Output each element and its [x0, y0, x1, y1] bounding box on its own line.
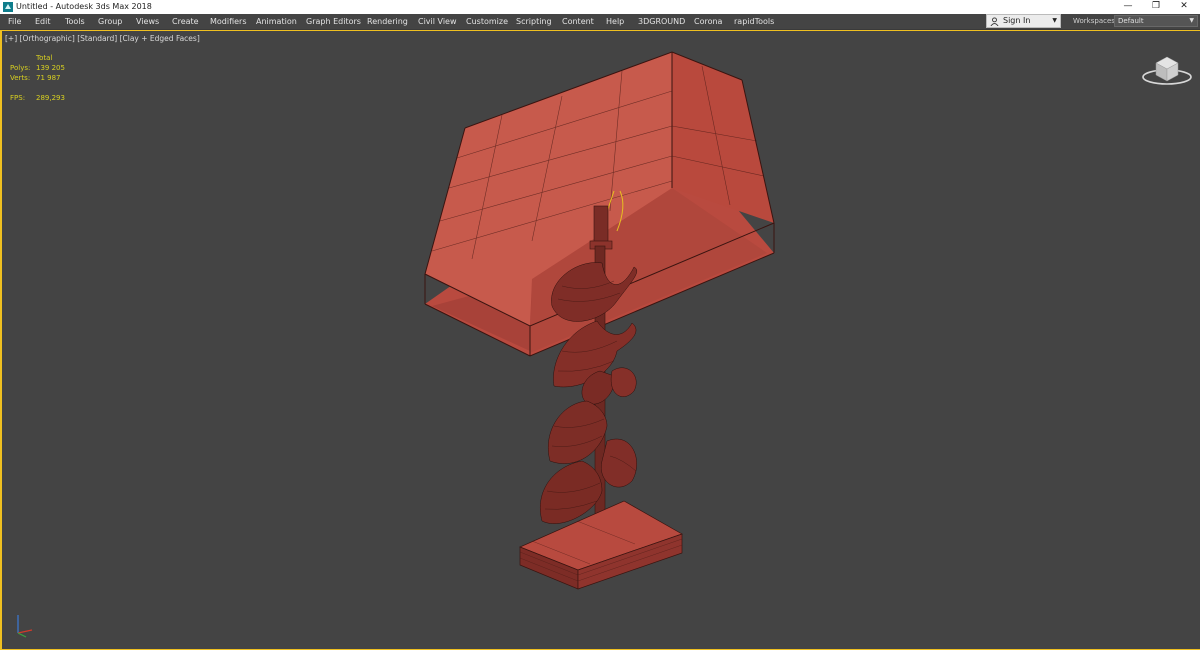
- menu-corona[interactable]: Corona: [694, 14, 722, 29]
- workspaces-label: Workspaces:: [1073, 17, 1118, 25]
- menu-scripting[interactable]: Scripting: [516, 14, 552, 29]
- menu-3dground[interactable]: 3DGROUND: [638, 14, 685, 29]
- sign-in-label: Sign In: [1003, 16, 1031, 25]
- perspective-viewport[interactable]: [+] [Orthographic] [Standard] [Clay + Ed…: [0, 30, 1200, 650]
- menu-rapidtools[interactable]: rapidTools: [734, 14, 774, 29]
- menu-modifiers[interactable]: Modifiers: [210, 14, 247, 29]
- menu-content[interactable]: Content: [562, 14, 594, 29]
- chevron-down-icon: ▼: [1052, 17, 1057, 24]
- 3dsmax-app-icon[interactable]: [3, 2, 13, 12]
- menu-create[interactable]: Create: [172, 14, 199, 29]
- menu-customize[interactable]: Customize: [466, 14, 508, 29]
- workspaces-selected-value: Default: [1118, 17, 1144, 25]
- menu-animation[interactable]: Animation: [256, 14, 297, 29]
- window-title: Untitled - Autodesk 3ds Max 2018: [16, 2, 152, 11]
- menu-rendering[interactable]: Rendering: [367, 14, 408, 29]
- lamp-model[interactable]: [2, 31, 1198, 649]
- menu-file[interactable]: File: [8, 14, 21, 29]
- menu-views[interactable]: Views: [136, 14, 159, 29]
- workspaces-select[interactable]: Default ▼: [1114, 15, 1198, 27]
- chevron-down-icon: ▼: [1189, 17, 1194, 24]
- menu-edit[interactable]: Edit: [35, 14, 51, 29]
- menu-tools[interactable]: Tools: [65, 14, 85, 29]
- sign-in-button[interactable]: Sign In ▼: [986, 14, 1061, 28]
- axis-tripod-icon: [17, 615, 33, 638]
- menu-civil-view[interactable]: Civil View: [418, 14, 457, 29]
- viewcube-navigation[interactable]: [1140, 49, 1194, 87]
- menu-graph-editors[interactable]: Graph Editors: [306, 14, 361, 29]
- close-button[interactable]: ✕: [1168, 0, 1200, 14]
- menu-help[interactable]: Help: [606, 14, 624, 29]
- title-bar: Untitled - Autodesk 3ds Max 2018 — ❐ ✕: [0, 0, 1200, 14]
- menu-group[interactable]: Group: [98, 14, 122, 29]
- user-icon: [990, 17, 999, 26]
